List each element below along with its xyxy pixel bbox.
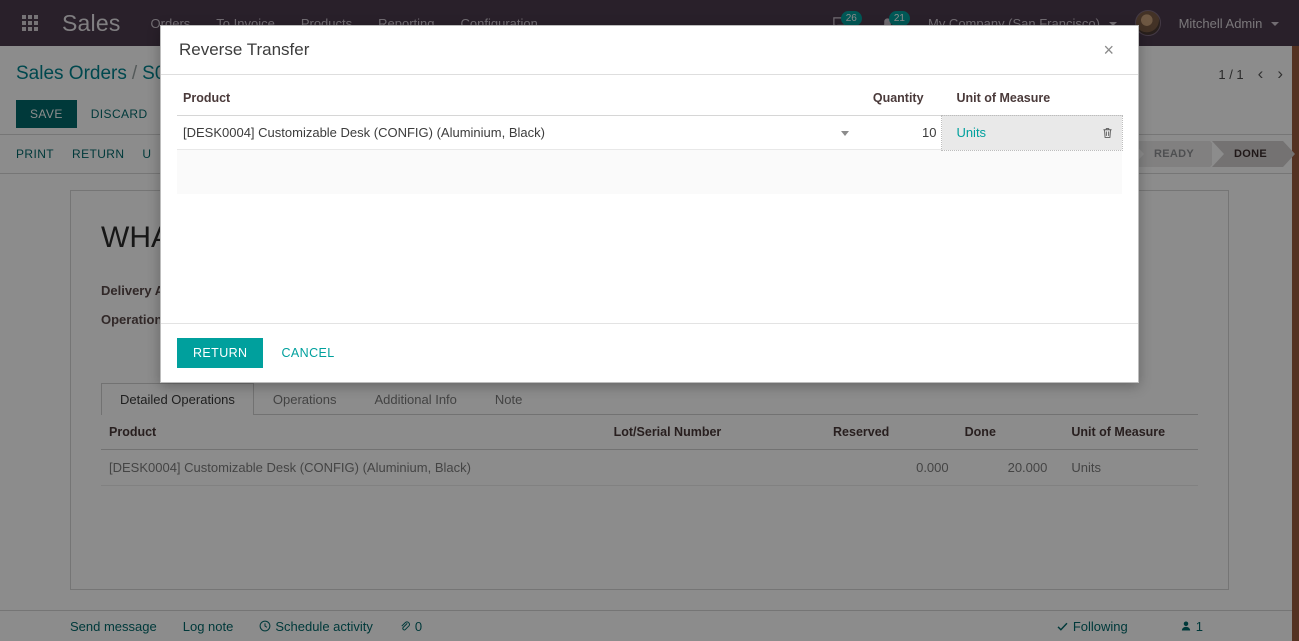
table-header-row: Product Quantity Unit of Measure [177,87,1122,116]
add-line-row[interactable] [177,149,1122,194]
cell-empty-quantity[interactable] [866,149,943,194]
cancel-button[interactable]: CANCEL [271,338,344,368]
column-product[interactable]: Product [177,87,867,116]
modal-header: Reverse Transfer × [161,26,1138,75]
table-row[interactable]: [DESK0004] Customizable Desk (CONFIG) (A… [177,114,1123,151]
modal-footer: RETURN CANCEL [161,323,1138,382]
reverse-transfer-dialog: Reverse Transfer × Product Quantity Unit… [160,25,1139,383]
cell-empty-product[interactable] [177,149,867,194]
column-quantity[interactable]: Quantity [866,87,943,116]
product-value: [DESK0004] Customizable Desk (CONFIG) (A… [183,125,545,140]
trash-icon[interactable] [1101,126,1114,140]
column-unit-of-measure[interactable]: Unit of Measure [942,87,1122,116]
close-icon[interactable]: × [1097,40,1120,60]
return-confirm-button[interactable]: RETURN [177,338,264,368]
return-lines-table: Product Quantity Unit of Measure [DESK00… [177,87,1123,194]
cell-product[interactable]: [DESK0004] Customizable Desk (CONFIG) (A… [177,115,867,150]
cell-quantity[interactable]: 10 [866,115,943,150]
cell-unit-of-measure[interactable]: Units [941,114,1123,151]
cell-empty-uom[interactable] [942,149,1122,194]
chevron-down-icon[interactable] [840,130,849,136]
modal-body: Product Quantity Unit of Measure [DESK00… [161,75,1138,323]
uom-value: Units [956,125,987,140]
modal-title: Reverse Transfer [179,40,310,59]
